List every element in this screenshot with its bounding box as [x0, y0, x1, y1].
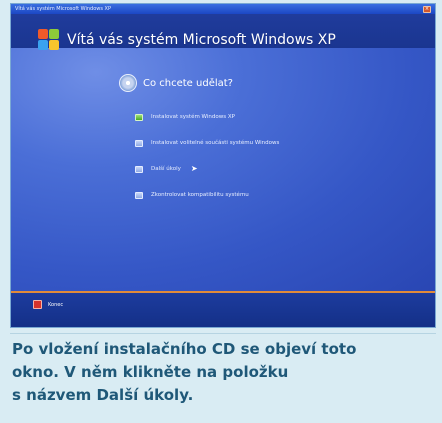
menu-item-label: Další úkoly	[151, 166, 181, 172]
welcome-title: Vítá vás systém Microsoft Windows XP	[67, 32, 336, 48]
caption-line-3: s názvem Další úkoly.	[12, 386, 194, 404]
menu-item-label: Zkontrolovat kompatibilitu systému	[151, 192, 249, 198]
menu-item-label: Instalovat systém Windows XP	[151, 114, 235, 120]
windows-logo-icon	[37, 28, 61, 52]
caption-line-2: okno. V něm klikněte na položku	[12, 363, 289, 381]
question-text: Co chcete udělat?	[143, 77, 233, 89]
menu-item-label: Instalovat volitelné součásti systému Wi…	[151, 140, 280, 146]
question-heading: Co chcete udělat?	[119, 74, 233, 92]
task-menu: Instalovat systém Windows XP Instalovat …	[135, 104, 395, 208]
footer-band	[11, 291, 435, 327]
bullet-icon	[135, 165, 143, 173]
mouse-cursor-icon: ➤	[190, 164, 198, 173]
menu-item-other-tasks[interactable]: Další úkoly ➤	[135, 156, 395, 182]
exit-button[interactable]: Konec	[33, 300, 63, 309]
exit-label: Konec	[48, 301, 64, 308]
cd-icon	[119, 74, 137, 92]
welcome-header: Vítá vás systém Microsoft Windows XP	[37, 28, 336, 52]
caption-divider	[10, 333, 436, 334]
green-bullet-icon	[135, 113, 143, 121]
close-icon[interactable]: ×	[423, 5, 431, 13]
window-title: Vítá vás systém Microsoft Windows XP	[15, 6, 111, 12]
menu-item-check-compatibility[interactable]: Zkontrolovat kompatibilitu systému	[135, 182, 395, 208]
bullet-icon	[135, 139, 143, 147]
bullet-icon	[135, 191, 143, 199]
setup-window: Vítá vás systém Microsoft Windows XP × V…	[10, 3, 436, 328]
title-bar: Vítá vás systém Microsoft Windows XP ×	[11, 4, 435, 14]
figure-caption: Po vložení instalačního CD se objeví tot…	[12, 338, 437, 407]
menu-item-install-windows[interactable]: Instalovat systém Windows XP	[135, 104, 395, 130]
menu-item-install-components[interactable]: Instalovat volitelné součásti systému Wi…	[135, 130, 395, 156]
exit-icon	[33, 300, 42, 309]
figure-frame: Vítá vás systém Microsoft Windows XP × V…	[0, 0, 442, 423]
caption-line-1: Po vložení instalačního CD se objeví tot…	[12, 340, 357, 358]
